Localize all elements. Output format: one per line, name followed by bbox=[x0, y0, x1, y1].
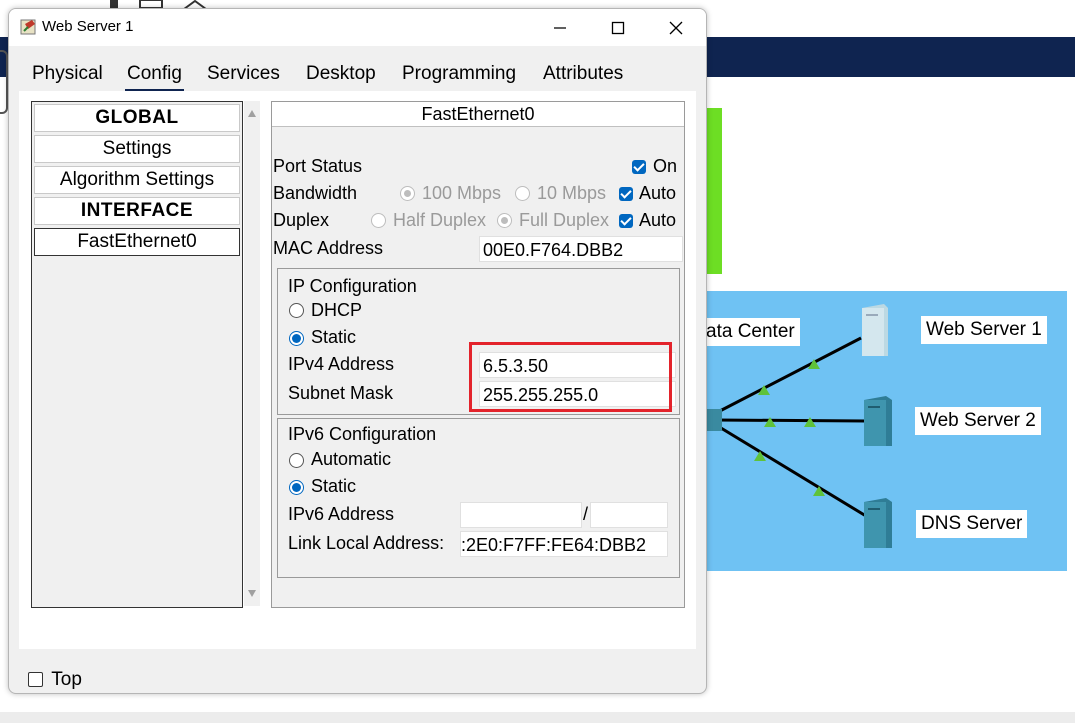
data-center-label: ata Center bbox=[701, 318, 800, 346]
bandwidth-auto-label: Auto bbox=[639, 183, 677, 203]
ipv6-prefix-input[interactable] bbox=[590, 502, 668, 528]
ipv6-prefix-separator: / bbox=[583, 504, 589, 524]
ipv4-static-radio[interactable] bbox=[289, 330, 304, 348]
tab-bar: Physical Config Services Desktop Program… bbox=[19, 59, 639, 95]
title-bar[interactable]: Web Server 1 bbox=[9, 9, 706, 46]
radio-icon bbox=[515, 186, 530, 202]
link-local-address-field[interactable]: :2E0:F7FF:FE64:DBB2 bbox=[460, 531, 668, 557]
tab-physical[interactable]: Physical bbox=[30, 59, 105, 89]
checkbox-checked-icon bbox=[619, 186, 633, 201]
panel-title: FastEthernet0 bbox=[272, 102, 684, 127]
dns-server-icon[interactable] bbox=[862, 498, 896, 550]
sidebar-item-global[interactable]: GLOBAL bbox=[34, 104, 240, 132]
ipv6-address-label: IPv6 Address bbox=[288, 504, 395, 524]
checkbox-checked-icon bbox=[619, 213, 633, 228]
ipv6-config-heading: IPv6 Configuration bbox=[288, 424, 437, 444]
ipv4-static-label: Static bbox=[311, 327, 357, 347]
scroll-down-icon bbox=[248, 590, 256, 597]
mac-address-label: MAC Address bbox=[273, 238, 384, 258]
close-icon bbox=[669, 21, 683, 34]
close-button[interactable] bbox=[647, 9, 705, 46]
app-icon bbox=[20, 19, 36, 35]
sidebar-item-fastethernet0[interactable]: FastEthernet0 bbox=[34, 228, 240, 256]
tab-desktop[interactable]: Desktop bbox=[304, 59, 378, 89]
web-server-2-label: Web Server 2 bbox=[915, 407, 1041, 435]
duplex-full-radio[interactable] bbox=[497, 212, 512, 230]
minimize-icon bbox=[554, 26, 566, 29]
duplex-auto-checkbox[interactable] bbox=[619, 212, 633, 230]
port-status-on-label: On bbox=[653, 156, 678, 176]
duplex-auto-label: Auto bbox=[639, 210, 677, 230]
radio-selected-icon bbox=[289, 331, 304, 347]
scroll-arrows bbox=[248, 110, 256, 597]
top-label: Top bbox=[51, 669, 82, 690]
sidebar-item-algorithm-settings[interactable]: Algorithm Settings bbox=[34, 166, 240, 194]
sidebar-scrollbar[interactable] bbox=[244, 101, 260, 606]
bandwidth-10-label: 10 Mbps bbox=[537, 183, 607, 203]
bandwidth-10-radio[interactable] bbox=[515, 185, 530, 203]
link-local-label: Link Local Address: bbox=[288, 533, 445, 553]
tab-attributes[interactable]: Attributes bbox=[541, 59, 625, 89]
duplex-full-label: Full Duplex bbox=[519, 210, 610, 230]
checkbox-unchecked-icon bbox=[28, 672, 43, 688]
scroll-up-icon bbox=[248, 110, 256, 117]
port-status-label: Port Status bbox=[273, 156, 363, 176]
duplex-label: Duplex bbox=[273, 210, 330, 230]
sidebar-item-settings[interactable]: Settings bbox=[34, 135, 240, 163]
config-sidebar: GLOBAL Settings Algorithm Settings INTER… bbox=[31, 101, 243, 608]
minimize-button[interactable] bbox=[531, 9, 589, 46]
web-server-1-label: Web Server 1 bbox=[921, 316, 1047, 344]
port-status-checkbox[interactable] bbox=[632, 158, 646, 176]
tab-config[interactable]: Config bbox=[125, 59, 184, 92]
window-title: Web Server 1 bbox=[42, 18, 134, 35]
radio-selected-icon bbox=[289, 480, 304, 496]
maximize-button[interactable] bbox=[589, 9, 647, 46]
ipv6-address-input[interactable] bbox=[460, 502, 582, 528]
bandwidth-100-label: 100 Mbps bbox=[422, 183, 502, 203]
duplex-half-radio[interactable] bbox=[371, 212, 386, 230]
dhcp-label: DHCP bbox=[311, 300, 363, 320]
ipv6-static-label: Static bbox=[311, 476, 357, 496]
radio-icon bbox=[497, 213, 512, 229]
tab-services[interactable]: Services bbox=[205, 59, 282, 89]
dhcp-radio[interactable] bbox=[289, 302, 304, 320]
duplex-half-label: Half Duplex bbox=[393, 210, 487, 230]
tab-programming[interactable]: Programming bbox=[400, 59, 518, 89]
dns-server-label: DNS Server bbox=[916, 510, 1028, 538]
bandwidth-auto-checkbox[interactable] bbox=[619, 185, 633, 203]
radio-icon bbox=[371, 213, 386, 229]
radio-icon bbox=[289, 453, 304, 469]
bandwidth-100-radio[interactable] bbox=[400, 185, 415, 203]
radio-icon bbox=[400, 186, 415, 202]
radio-icon bbox=[289, 303, 304, 319]
ipv6-auto-label: Automatic bbox=[311, 449, 392, 469]
ipv6-auto-radio[interactable] bbox=[289, 452, 304, 470]
web-server-2-icon[interactable] bbox=[862, 396, 896, 448]
subnet-mask-label: Subnet Mask bbox=[288, 383, 394, 403]
ip-config-heading: IP Configuration bbox=[288, 276, 417, 296]
checkbox-checked-icon bbox=[632, 159, 646, 174]
ipv6-static-radio[interactable] bbox=[289, 479, 304, 497]
ipv4-address-label: IPv4 Address bbox=[288, 354, 395, 374]
workspace-edge-icon bbox=[0, 50, 8, 114]
workspace-bottom-strip bbox=[0, 712, 1075, 723]
mac-address-field[interactable]: 00E0.F764.DBB2 bbox=[479, 236, 683, 262]
web-server-1-icon[interactable] bbox=[858, 304, 892, 358]
bandwidth-label: Bandwidth bbox=[273, 183, 358, 203]
green-area-box bbox=[706, 108, 722, 274]
maximize-icon bbox=[611, 21, 625, 34]
sidebar-item-interface[interactable]: INTERFACE bbox=[34, 197, 240, 225]
top-option[interactable]: Top bbox=[28, 669, 82, 691]
highlight-box bbox=[469, 342, 672, 412]
